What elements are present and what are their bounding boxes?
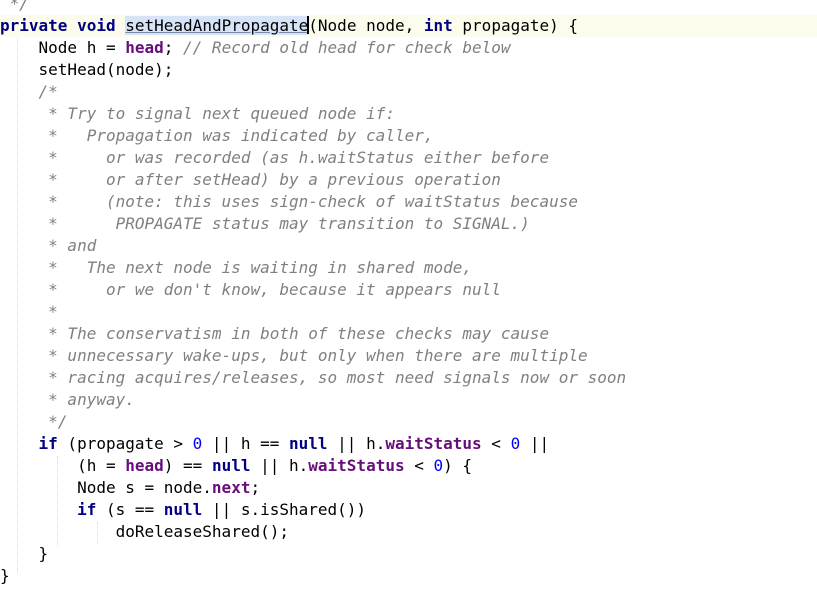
comment-line: * The conservatism in both of these chec… bbox=[0, 324, 550, 343]
code-text: ) == bbox=[163, 456, 212, 475]
comment-line: * bbox=[0, 302, 58, 321]
code-line: setHead(node); bbox=[0, 60, 174, 79]
if-condition-line: if (s == null || s.isShared()) bbox=[0, 499, 366, 521]
code-text: || h. bbox=[327, 434, 386, 453]
comment-line: * unnecessary wake-ups, but only when th… bbox=[0, 346, 588, 365]
code-text: < bbox=[404, 456, 434, 475]
if-condition-line: (h = head) == null || h.waitStatus < 0) … bbox=[0, 455, 472, 477]
if-condition-line: if (propagate > 0 || h == null || h.wait… bbox=[0, 433, 550, 455]
comment-line: * PROPAGATE status may transition to SIG… bbox=[0, 214, 530, 233]
comment-line: /* bbox=[0, 82, 58, 101]
comment-line: * racing acquires/releases, so most need… bbox=[0, 368, 627, 387]
code-line: Node s = node.next; bbox=[0, 477, 260, 499]
comment-line: * and bbox=[0, 236, 97, 255]
comment-line: * or after setHead) by a previous operat… bbox=[0, 170, 501, 189]
inline-comment: // Record old head for check below bbox=[183, 38, 511, 57]
number-literal: 0 bbox=[192, 434, 203, 453]
closing-brace-line: } bbox=[0, 544, 49, 563]
comment-line: * (note: this uses sign-check of waitSta… bbox=[0, 192, 578, 211]
code-text: (h = bbox=[0, 456, 126, 475]
code-text: ) { bbox=[443, 456, 473, 475]
keyword-private: private bbox=[0, 16, 68, 35]
keyword-int: int bbox=[423, 16, 453, 35]
code-text: || h. bbox=[250, 456, 309, 475]
comment-line: */ bbox=[0, 412, 68, 431]
keyword-void: void bbox=[77, 16, 116, 35]
code-line: doReleaseShared(); bbox=[0, 522, 289, 541]
code-text: Node s = node. bbox=[0, 478, 212, 497]
comment-line: * Try to signal next queued node if: bbox=[0, 104, 395, 123]
comment-line: * The next node is waiting in shared mod… bbox=[0, 258, 473, 277]
code-text: || bbox=[520, 434, 550, 453]
number-literal: 0 bbox=[510, 434, 521, 453]
code-text: || h == bbox=[202, 434, 289, 453]
number-literal: 0 bbox=[433, 456, 444, 475]
selected-method-name[interactable]: setHeadAndPropagate bbox=[125, 16, 309, 35]
comment-line: * or was recorded (as h.waitStatus eithe… bbox=[0, 148, 550, 167]
field-next: next bbox=[211, 478, 251, 497]
keyword-null: null bbox=[211, 456, 251, 475]
comment-line: * anyway. bbox=[0, 390, 135, 409]
method-signature-line: private void setHeadAndPropagate(Node no… bbox=[0, 15, 578, 37]
field-waitStatus: waitStatus bbox=[385, 434, 482, 453]
closing-brace-line: } bbox=[0, 566, 10, 585]
params-close: propagate) { bbox=[452, 16, 579, 35]
code-text: (s == bbox=[96, 500, 164, 519]
keyword-if: if bbox=[38, 434, 58, 453]
keyword-null: null bbox=[289, 434, 328, 453]
code-text: || s.isShared()) bbox=[202, 500, 367, 519]
code-text: ; bbox=[163, 38, 184, 57]
code-text: ; bbox=[250, 478, 261, 497]
comment-line: * Propagation was indicated by caller, bbox=[0, 126, 434, 145]
code-text: Node h = bbox=[0, 38, 126, 57]
code-editor[interactable]: */ private void setHeadAndPropagate(Node… bbox=[0, 0, 817, 599]
comment-line: * or we don't know, because it appears n… bbox=[0, 280, 501, 299]
field-waitStatus: waitStatus bbox=[308, 456, 405, 475]
params-open: (Node node, bbox=[308, 16, 424, 35]
code-line: Node h = head; // Record old head for ch… bbox=[0, 37, 511, 59]
comment-close-line: */ bbox=[0, 0, 29, 13]
keyword-null: null bbox=[163, 500, 203, 519]
code-text: < bbox=[481, 434, 511, 453]
field-head: head bbox=[125, 38, 164, 57]
code-text: (propagate > bbox=[57, 434, 193, 453]
keyword-if: if bbox=[77, 500, 97, 519]
field-head: head bbox=[125, 456, 164, 475]
